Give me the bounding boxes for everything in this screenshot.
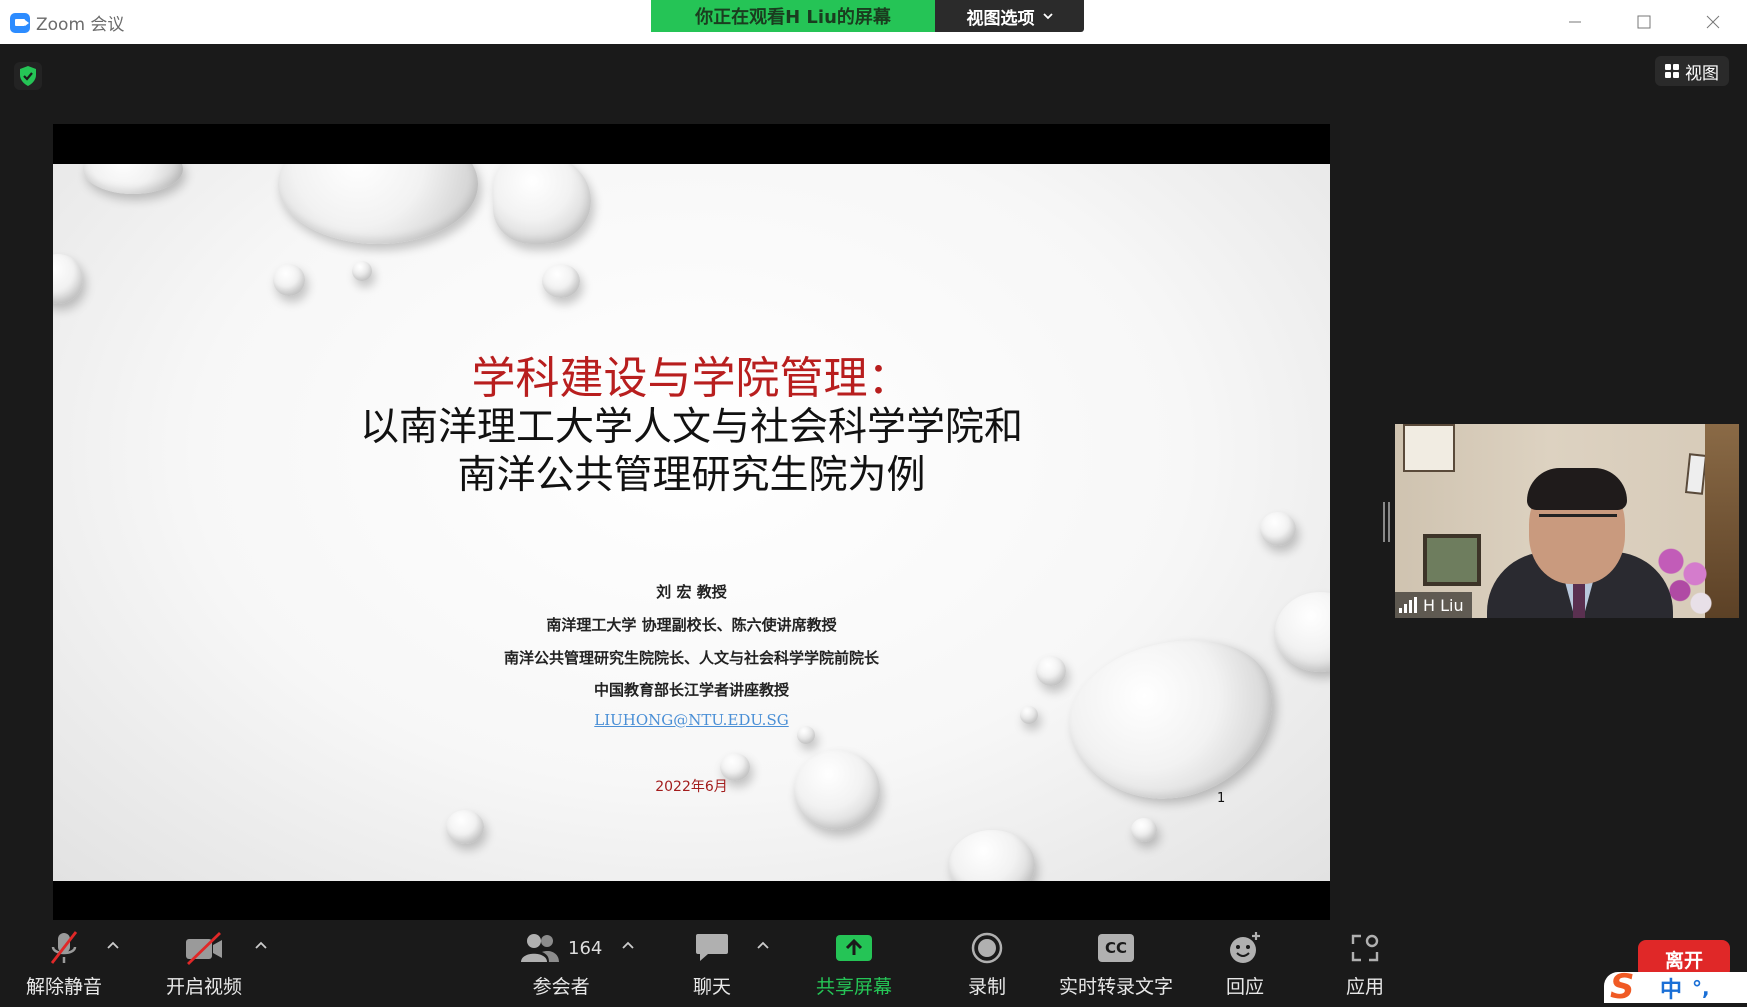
viewing-banner: 你正在观看H Liu的屏幕 视图选项 bbox=[651, 0, 1084, 32]
live-transcript-label: 实时转录文字 bbox=[1059, 976, 1174, 998]
signal-strength-icon bbox=[1399, 597, 1417, 613]
close-icon bbox=[1706, 15, 1719, 29]
share-screen-label: 共享屏幕 bbox=[816, 976, 893, 998]
participant-name: H Liu bbox=[1423, 595, 1464, 615]
apps-button[interactable]: 应用 bbox=[1346, 930, 1384, 999]
app-title: Zoom 会议 bbox=[10, 10, 124, 35]
water-drop-decoration bbox=[1131, 818, 1157, 842]
start-video-label: 开启视频 bbox=[166, 976, 243, 998]
share-screen-button[interactable]: 共享屏幕 bbox=[816, 930, 892, 999]
maximize-icon bbox=[1637, 15, 1650, 29]
view-layout-label: 视图 bbox=[1685, 63, 1719, 84]
participants-icon bbox=[521, 934, 559, 962]
view-layout-button[interactable]: 视图 bbox=[1655, 56, 1729, 86]
emoji-reaction-icon bbox=[1230, 932, 1260, 963]
meeting-toolbar: 解除静音 开启视频 164 参会者 聊天 共享屏幕 录制 CC 实时转录文字 回… bbox=[0, 920, 1747, 1003]
landscape-painting bbox=[1423, 534, 1481, 586]
chat-options-caret[interactable] bbox=[756, 938, 770, 954]
reactions-label: 回应 bbox=[1226, 976, 1265, 998]
reactions-button[interactable]: 回应 bbox=[1226, 930, 1264, 999]
ime-toolbar[interactable]: S 中 °, bbox=[1604, 966, 1747, 1007]
share-screen-icon bbox=[836, 935, 872, 961]
close-button[interactable] bbox=[1678, 0, 1747, 44]
chevron-up-icon bbox=[622, 941, 634, 949]
author-title-2: 南洋公共管理研究生院院长、人文与社会科学学院前院长 bbox=[503, 649, 879, 667]
water-drop-decoration bbox=[1260, 512, 1296, 546]
participants-label: 参会者 bbox=[532, 976, 590, 998]
participant-name-tag: H Liu bbox=[1395, 592, 1472, 618]
chevron-down-icon bbox=[1042, 13, 1053, 20]
video-panel-resize-handle[interactable] bbox=[1383, 502, 1390, 542]
shield-check-icon bbox=[20, 66, 36, 86]
zoom-logo-icon bbox=[10, 12, 30, 33]
calligraphy-scroll bbox=[1403, 424, 1455, 472]
participants-options-caret[interactable] bbox=[621, 938, 635, 954]
app-title-text: Zoom 会议 bbox=[36, 15, 125, 35]
record-label: 录制 bbox=[968, 976, 1007, 998]
ime-punctuation-icon[interactable]: °, bbox=[1692, 976, 1710, 1000]
participants-button[interactable]: 164 参会者 bbox=[520, 930, 602, 999]
unmute-button[interactable]: 解除静音 bbox=[26, 930, 102, 999]
view-options-label: 视图选项 bbox=[966, 8, 1035, 29]
minimize-button[interactable] bbox=[1540, 0, 1609, 44]
chat-label: 聊天 bbox=[693, 976, 732, 998]
maximize-button[interactable] bbox=[1609, 0, 1678, 44]
water-drop-decoration bbox=[493, 164, 591, 244]
audio-options-caret[interactable] bbox=[106, 938, 120, 954]
water-drop-decoration bbox=[273, 264, 305, 296]
view-options-button[interactable]: 视图选项 bbox=[935, 0, 1084, 32]
start-video-button[interactable]: 开启视频 bbox=[166, 930, 242, 999]
water-drop-decoration bbox=[83, 164, 183, 194]
unmute-label: 解除静音 bbox=[26, 976, 103, 998]
participants-count: 164 bbox=[568, 937, 603, 959]
minimize-icon bbox=[1568, 21, 1581, 23]
live-transcript-button[interactable]: CC 实时转录文字 bbox=[1059, 930, 1173, 999]
slide-date: 2022年6月 bbox=[655, 779, 728, 795]
participant-video-tile[interactable]: H Liu bbox=[1395, 424, 1739, 618]
grid-view-icon bbox=[1665, 64, 1679, 78]
water-drop-decoration bbox=[542, 264, 580, 298]
chevron-up-icon bbox=[757, 941, 769, 949]
video-camera-off-icon bbox=[186, 931, 222, 966]
sogou-ime-logo-icon: S bbox=[1610, 966, 1635, 1007]
water-drop-decoration bbox=[352, 261, 372, 281]
author-name: 刘 宏 教授 bbox=[656, 583, 727, 601]
person-hair bbox=[1527, 468, 1627, 510]
water-drop-decoration bbox=[446, 810, 484, 844]
water-drop-decoration bbox=[53, 254, 83, 304]
shared-screen: 学科建设与学院管理： 以南洋理工大学人文与社会科学学院和 南洋公共管理研究生院为… bbox=[53, 124, 1330, 921]
apps-label: 应用 bbox=[1346, 976, 1385, 998]
apps-icon bbox=[1351, 934, 1379, 962]
chat-button[interactable]: 聊天 bbox=[693, 930, 731, 999]
author-title-3: 中国教育部长江学者讲座教授 bbox=[593, 681, 789, 699]
ime-mode-indicator[interactable]: 中 bbox=[1660, 972, 1682, 1004]
author-email-link[interactable]: LIUHONG@NTU.EDU.SG bbox=[53, 711, 1330, 729]
water-drop-decoration bbox=[949, 830, 1035, 881]
chevron-up-icon bbox=[255, 941, 267, 949]
record-button[interactable]: 录制 bbox=[968, 930, 1006, 999]
chevron-up-icon bbox=[107, 941, 119, 949]
slide-page-number: 1 bbox=[1217, 791, 1226, 806]
person-glasses bbox=[1539, 514, 1617, 530]
video-options-caret[interactable] bbox=[254, 938, 268, 954]
water-drop-decoration bbox=[278, 164, 478, 244]
slide-subtitle-line2: 南洋公共管理研究生院为例 bbox=[457, 453, 926, 498]
closed-caption-icon: CC bbox=[1098, 934, 1134, 962]
window-controls bbox=[1540, 0, 1747, 44]
security-shield-button[interactable] bbox=[14, 62, 42, 90]
microphone-muted-icon bbox=[50, 931, 78, 964]
chat-bubble-icon bbox=[696, 934, 728, 961]
record-icon bbox=[971, 932, 1003, 964]
author-title-1: 南洋理工大学 协理副校长、陈六使讲席教授 bbox=[546, 616, 837, 634]
presentation-slide: 学科建设与学院管理： 以南洋理工大学人文与社会科学学院和 南洋公共管理研究生院为… bbox=[53, 164, 1330, 881]
viewing-status-text: 你正在观看H Liu的屏幕 bbox=[651, 0, 935, 32]
